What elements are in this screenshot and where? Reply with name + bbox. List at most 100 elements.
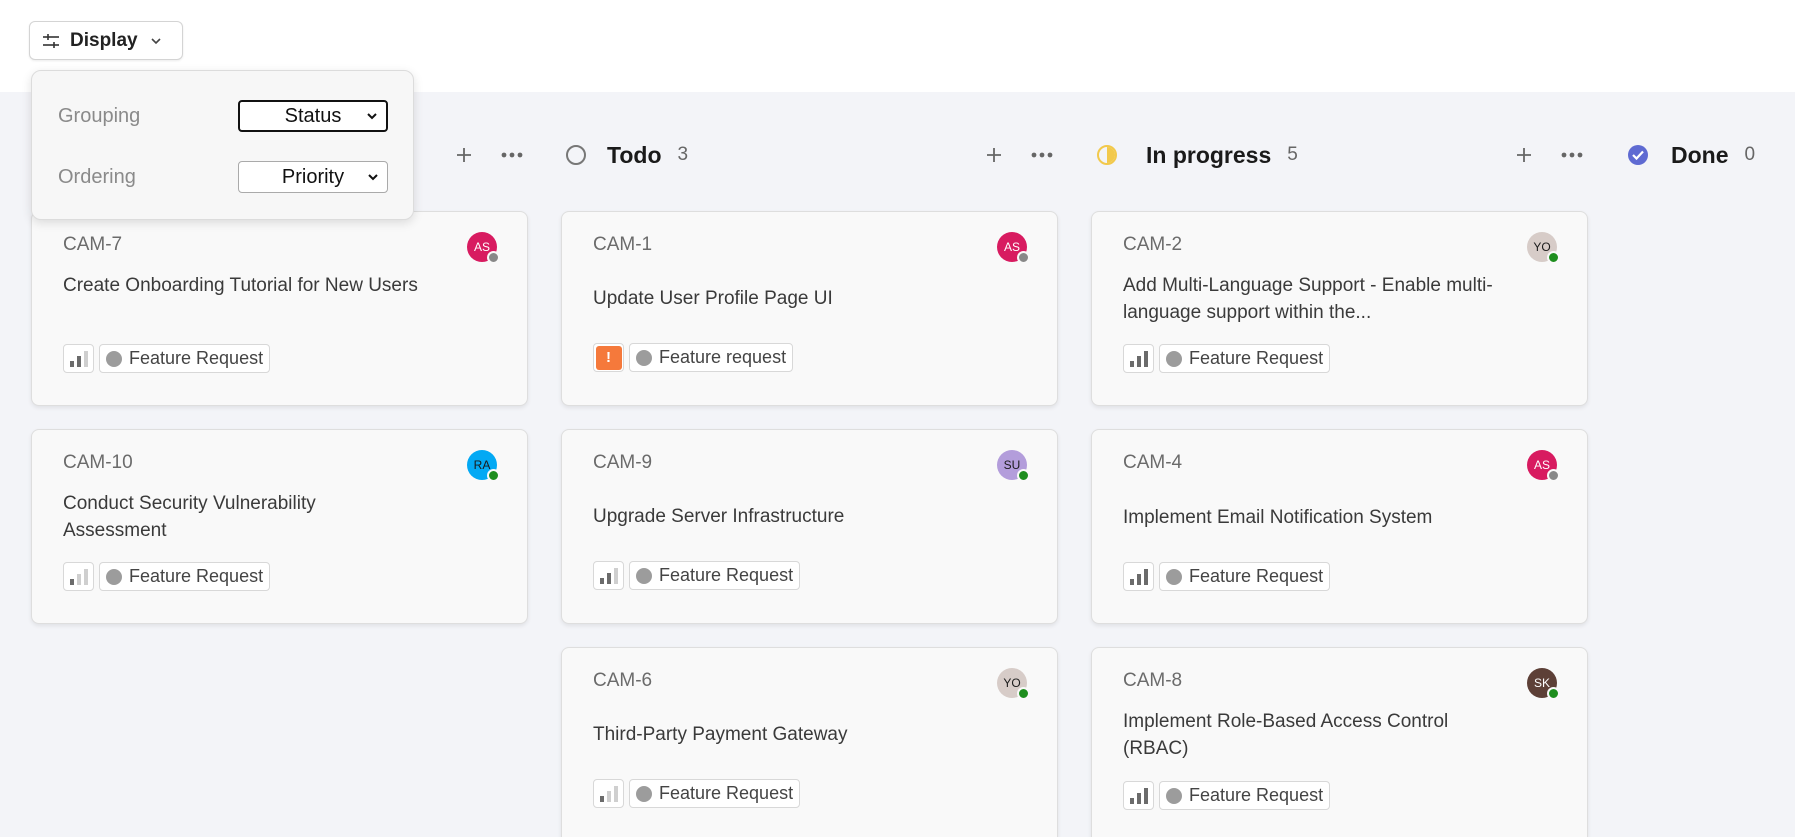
issue-id: CAM-4 <box>1123 452 1183 473</box>
issue-card[interactable]: CAM-8 SK Implement Role-Based Access Con… <box>1091 647 1588 837</box>
label-dot-icon <box>636 349 652 366</box>
column-header-in-progress: In progress 5 <box>1096 138 1298 172</box>
column-header-done: Done 0 <box>1627 138 1755 172</box>
issue-card[interactable]: CAM-10 RA Conduct Security Vulnerability… <box>31 429 528 624</box>
issue-card[interactable]: CAM-1 AS Update User Profile Page UI ! F… <box>561 211 1058 406</box>
issue-title: Add Multi-Language Support - Enable mult… <box>1123 275 1493 323</box>
priority-medium-icon <box>69 350 88 367</box>
issue-id: CAM-1 <box>593 234 653 255</box>
online-status-dot <box>1547 251 1560 264</box>
issue-tags: ! Feature request <box>593 343 794 372</box>
online-status-dot <box>1017 469 1030 482</box>
label-tag[interactable]: Feature Request <box>629 779 801 808</box>
half-circle-icon <box>1097 145 1117 165</box>
label-tag[interactable]: Feature Request <box>1159 344 1331 373</box>
avatar-initials: SK <box>1533 676 1550 690</box>
avatar[interactable]: AS <box>467 232 500 264</box>
grouping-select[interactable]: Status <box>238 100 388 132</box>
avatar[interactable]: AS <box>1527 450 1560 482</box>
label-tag[interactable]: Feature Request <box>629 561 801 590</box>
column-menu-button[interactable] <box>1027 140 1057 170</box>
chevron-down-icon <box>367 113 377 120</box>
grouping-label: Grouping <box>58 104 141 127</box>
display-options-popover: Grouping Status Ordering Priority <box>31 70 414 220</box>
avatar[interactable]: YO <box>1527 232 1560 264</box>
label-dot-icon <box>636 785 652 802</box>
label-tag[interactable]: Feature request <box>629 343 794 372</box>
priority-low-icon <box>69 568 88 585</box>
avatar[interactable]: YO <box>997 668 1030 700</box>
issue-id: CAM-2 <box>1123 234 1183 255</box>
priority-high-icon <box>1129 568 1148 585</box>
label-dot-icon <box>1166 568 1182 585</box>
online-status-dot <box>1547 687 1560 700</box>
display-button[interactable]: Display <box>29 21 183 60</box>
label-tag[interactable]: Feature Request <box>1159 781 1331 810</box>
issue-tags: Feature Request <box>63 562 271 591</box>
issue-card[interactable]: CAM-6 YO Third-Party Payment Gateway Fea… <box>561 647 1058 837</box>
label-dot-icon <box>1166 350 1182 367</box>
add-issue-button[interactable] <box>449 140 479 170</box>
more-horizontal-icon <box>1561 152 1583 158</box>
chevron-down-icon <box>151 37 161 44</box>
issue-card[interactable]: CAM-7 AS Create Onboarding Tutorial for … <box>31 211 528 406</box>
issue-title: Create Onboarding Tutorial for New Users <box>63 275 418 296</box>
priority-button[interactable] <box>1123 781 1154 810</box>
priority-medium-icon <box>599 567 618 584</box>
label-tag[interactable]: Feature Request <box>99 344 271 373</box>
column-count: 5 <box>1287 144 1298 165</box>
priority-button[interactable] <box>1123 344 1154 373</box>
avatar[interactable]: RA <box>467 450 500 482</box>
online-status-dot <box>1017 687 1030 700</box>
more-horizontal-icon <box>501 152 523 158</box>
issue-tags: Feature Request <box>1123 781 1331 810</box>
add-issue-button[interactable] <box>1509 140 1539 170</box>
label-text: Feature Request <box>1189 566 1324 586</box>
priority-button[interactable] <box>63 562 94 591</box>
issue-tags: Feature Request <box>1123 562 1331 591</box>
plus-icon <box>1517 148 1531 162</box>
column-title: Done <box>1671 141 1729 168</box>
priority-button[interactable] <box>593 779 624 808</box>
column-count: 3 <box>677 144 689 165</box>
grouping-value: Status <box>284 104 342 127</box>
label-tag[interactable]: Feature Request <box>1159 562 1331 591</box>
issue-title: Upgrade Server Infrastructure <box>593 506 845 527</box>
label-text: Feature Request <box>659 565 794 585</box>
label-text: Feature Request <box>659 783 794 803</box>
priority-high-icon <box>1129 350 1148 367</box>
label-text: Feature Request <box>129 566 264 586</box>
label-dot-icon <box>106 350 122 367</box>
label-tag[interactable]: Feature Request <box>99 562 271 591</box>
avatar[interactable]: SU <box>997 450 1030 482</box>
label-text: Feature Request <box>1189 785 1324 805</box>
column-title: In progress <box>1146 141 1272 168</box>
issue-card[interactable]: CAM-9 SU Upgrade Server Infrastructure F… <box>561 429 1058 624</box>
issue-title: Conduct Security Vulnerability Assessmen… <box>63 493 316 541</box>
more-horizontal-icon <box>1031 152 1053 158</box>
avatar[interactable]: AS <box>997 232 1030 264</box>
priority-button[interactable] <box>63 344 94 373</box>
avatar[interactable]: SK <box>1527 668 1560 700</box>
online-status-dot <box>487 469 500 482</box>
column-menu-button[interactable] <box>1557 140 1587 170</box>
issue-title: Implement Email Notification System <box>1123 507 1433 528</box>
issue-card[interactable]: CAM-4 AS Implement Email Notification Sy… <box>1091 429 1588 624</box>
issue-title: Third-Party Payment Gateway <box>593 724 848 745</box>
priority-button[interactable]: ! <box>593 343 624 372</box>
column-menu-button[interactable] <box>497 140 527 170</box>
offline-status-dot <box>1547 469 1560 482</box>
issue-card[interactable]: CAM-2 YO Add Multi-Language Support - En… <box>1091 211 1588 406</box>
column-header-todo: Todo 3 <box>565 138 688 172</box>
label-text: Feature Request <box>129 348 264 368</box>
ordering-select[interactable]: Priority <box>238 161 388 193</box>
issue-title: Update User Profile Page UI <box>593 288 833 309</box>
issue-tags: Feature Request <box>63 344 271 373</box>
add-issue-button[interactable] <box>979 140 1009 170</box>
priority-urgent-icon: ! <box>595 345 622 370</box>
label-dot-icon <box>1166 787 1182 804</box>
priority-button[interactable] <box>593 561 624 590</box>
priority-button[interactable] <box>1123 562 1154 591</box>
display-button-label: Display <box>70 29 138 51</box>
issue-id: CAM-9 <box>593 452 653 473</box>
